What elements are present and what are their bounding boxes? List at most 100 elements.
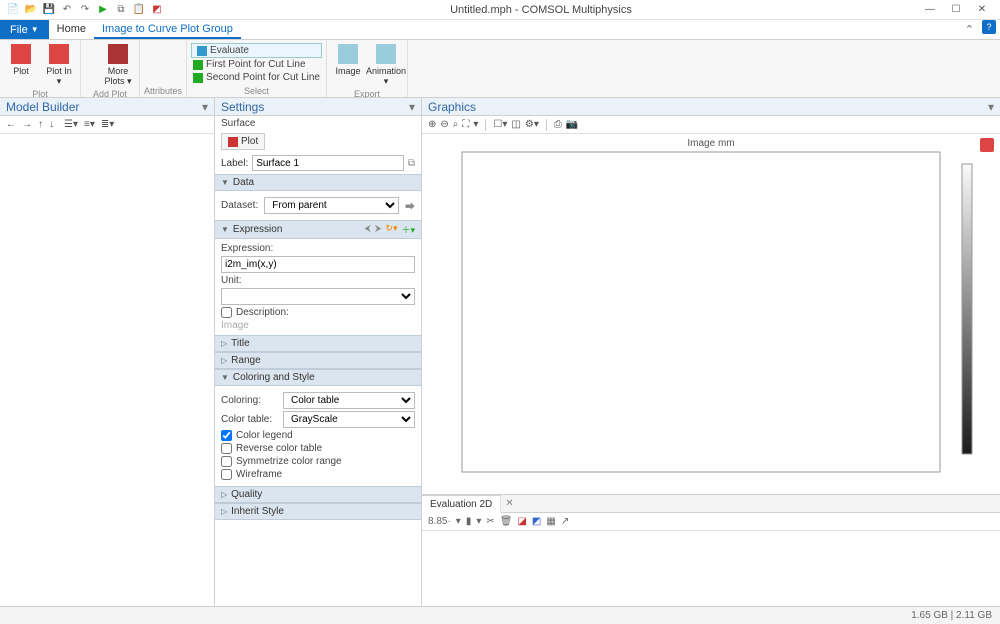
expand-icon[interactable]: ☰▾ — [64, 119, 78, 130]
ribbon: Plot Plot In ▾ Plot More Plots ▾ Add Plo… — [0, 40, 1000, 98]
collapse-ribbon-icon[interactable]: ⌃ — [957, 20, 982, 39]
nav-back-icon[interactable]: ← — [6, 119, 16, 130]
redo-icon[interactable]: ↷ — [78, 3, 92, 17]
eval-export-icon[interactable]: ↗ — [561, 516, 569, 527]
select-icon[interactable]: ◫ — [511, 119, 520, 130]
expr-replace-icon[interactable]: ↻▾ — [385, 223, 397, 236]
ribbon-tab-active[interactable]: Image to Curve Plot Group — [94, 20, 241, 39]
eval-grid-icon[interactable]: ▦ — [546, 516, 555, 527]
nav-fwd-icon[interactable]: → — [22, 119, 32, 130]
eval-plot2-icon[interactable]: ◩ — [532, 516, 541, 527]
image-export-button[interactable]: Image — [331, 42, 365, 88]
new-doc-icon[interactable]: 📄 — [6, 3, 20, 17]
dataset-select[interactable]: From parent — [264, 197, 399, 214]
maximize-button[interactable]: ☐ — [946, 2, 966, 18]
section-quality[interactable]: ▷Quality — [215, 486, 421, 503]
help-icon[interactable]: ? — [982, 20, 996, 34]
zoom-menu-icon[interactable]: ▾ — [473, 119, 478, 130]
plot-icon[interactable]: ◩ — [150, 3, 164, 17]
color-legend-checkbox[interactable] — [221, 430, 232, 441]
panel-menu-icon[interactable]: ▾ — [202, 100, 208, 114]
plot-badge-icon — [980, 138, 994, 152]
expr-back-icon[interactable]: ⮜ — [365, 223, 371, 236]
nav-up-icon[interactable]: ↑ — [38, 119, 43, 130]
ribbon-group-select: Evaluate First Point for Cut Line Second… — [187, 40, 327, 97]
eval-dd2[interactable]: ▾ — [476, 516, 481, 527]
section-data[interactable]: ▼Data — [215, 174, 421, 191]
expr-insert-icon[interactable]: ＋▾ — [401, 223, 415, 236]
quick-access-toolbar: 📄 📂 💾 ↶ ↷ ▶ ⧉ 📋 ◩ — [0, 3, 170, 17]
section-range[interactable]: ▷Range — [215, 352, 421, 369]
zoom-extents-icon[interactable]: ⛶ — [462, 119, 469, 130]
tab-close-icon[interactable]: ✕ — [501, 495, 517, 512]
file-tab[interactable]: File▼ — [0, 20, 49, 39]
undo-icon[interactable]: ↶ — [60, 3, 74, 17]
save-icon[interactable]: 💾 — [42, 3, 56, 17]
eval-format-icon[interactable]: 8.85· — [428, 516, 451, 527]
eval-plot1-icon[interactable]: ◪ — [517, 516, 526, 527]
copy-icon[interactable]: ⧉ — [114, 3, 128, 17]
evaluate-button[interactable]: Evaluate — [191, 43, 322, 58]
eval-dd1[interactable]: ▾ — [456, 516, 461, 527]
more-plots-button[interactable]: More Plots ▾ — [101, 42, 135, 88]
model-builder-panel: Model Builder▾ ← → ↑ ↓ ☰▾ ≡▾ ≣▾ — [0, 98, 215, 606]
reverse-checkbox[interactable] — [221, 443, 232, 454]
symmetrize-checkbox[interactable] — [221, 456, 232, 467]
run-icon[interactable]: ▶ — [96, 3, 110, 17]
settings-panel: Settings▾ Surface Plot Label: ⧉ ▼Data Da… — [215, 98, 422, 606]
zoom-in-icon[interactable]: ⊕ — [428, 119, 436, 130]
ribbon-tab[interactable]: Home — [49, 20, 94, 39]
plot-in-button[interactable]: Plot In ▾ — [42, 42, 76, 88]
collapse-icon[interactable]: ≡▾ — [84, 119, 95, 130]
first-point-button[interactable]: First Point for Cut Line — [191, 58, 322, 71]
plot-button[interactable]: Plot — [4, 42, 38, 88]
plot-area[interactable]: Image mm — [422, 134, 1000, 494]
right-column: Graphics▾ ⊕ ⊖ ⌕ ⛶ ▾ ☐▾ ◫ ⚙▾ ⎙ 📷 — [422, 98, 1000, 606]
model-builder-toolbar: ← → ↑ ↓ ☰▾ ≡▾ ≣▾ — [0, 116, 214, 134]
settings-plot-button[interactable]: Plot — [221, 133, 265, 150]
ribbon-group-plot: Plot Plot In ▾ Plot — [0, 40, 81, 97]
label-link-icon[interactable]: ⧉ — [408, 158, 415, 169]
view-menu-icon[interactable]: ☐▾ — [493, 119, 507, 130]
close-button[interactable]: ✕ — [972, 2, 992, 18]
section-expression[interactable]: ▼Expression ⮜⮞↻▾＋▾ — [215, 220, 421, 239]
options-icon[interactable]: ⚙▾ — [525, 119, 539, 130]
zoom-box-icon[interactable]: ⌕ — [453, 119, 459, 130]
expr-fwd-icon[interactable]: ⮞ — [375, 223, 382, 236]
panel-menu-icon[interactable]: ▾ — [988, 100, 994, 114]
animation-export-button[interactable]: Animation ▾ — [369, 42, 403, 88]
section-coloring[interactable]: ▼Coloring and Style — [215, 369, 421, 386]
snapshot-icon[interactable]: ⎙ — [554, 119, 562, 130]
dataset-goto-icon[interactable]: ⮕ — [405, 198, 415, 213]
ribbon-group-add-plot: More Plots ▾ Add Plot — [81, 40, 140, 97]
wireframe-checkbox[interactable] — [221, 469, 232, 480]
graphics-title: Graphics▾ — [422, 98, 1000, 116]
section-inherit[interactable]: ▷Inherit Style — [215, 503, 421, 520]
nav-down-icon[interactable]: ↓ — [49, 119, 54, 130]
label-input[interactable] — [252, 155, 404, 171]
evaluation-table[interactable] — [422, 531, 1000, 606]
axes-frame — [462, 152, 940, 472]
colortable-select[interactable]: GrayScale — [283, 411, 415, 428]
paste-icon[interactable]: 📋 — [132, 3, 146, 17]
minimize-button[interactable]: — — [920, 2, 940, 18]
bottom-toolbar: 8.85· ▾ ▮ ▾ ✂ 🗑 ◪ ◩ ▦ ↗ — [422, 513, 1000, 531]
eval-cut-icon[interactable]: ✂ — [486, 516, 494, 527]
colorbar — [962, 164, 972, 454]
model-tree[interactable] — [0, 134, 214, 606]
open-icon[interactable]: 📂 — [24, 3, 38, 17]
section-title[interactable]: ▷Title — [215, 335, 421, 352]
filter-icon[interactable]: ≣▾ — [101, 119, 114, 130]
zoom-out-icon[interactable]: ⊖ — [440, 119, 448, 130]
eval-del-icon[interactable]: 🗑 — [500, 516, 513, 527]
description-checkbox[interactable] — [221, 307, 232, 318]
expression-input[interactable] — [221, 256, 415, 273]
unit-select[interactable] — [221, 288, 415, 305]
camera-icon[interactable]: 📷 — [566, 119, 578, 130]
bottom-tab-evaluation[interactable]: Evaluation 2D — [422, 495, 501, 513]
second-point-button[interactable]: Second Point for Cut Line — [191, 71, 322, 84]
eval-bar-icon[interactable]: ▮ — [466, 516, 472, 527]
panel-menu-icon[interactable]: ▾ — [409, 100, 415, 114]
settings-title: Settings▾ — [215, 98, 421, 116]
coloring-select[interactable]: Color table — [283, 392, 415, 409]
